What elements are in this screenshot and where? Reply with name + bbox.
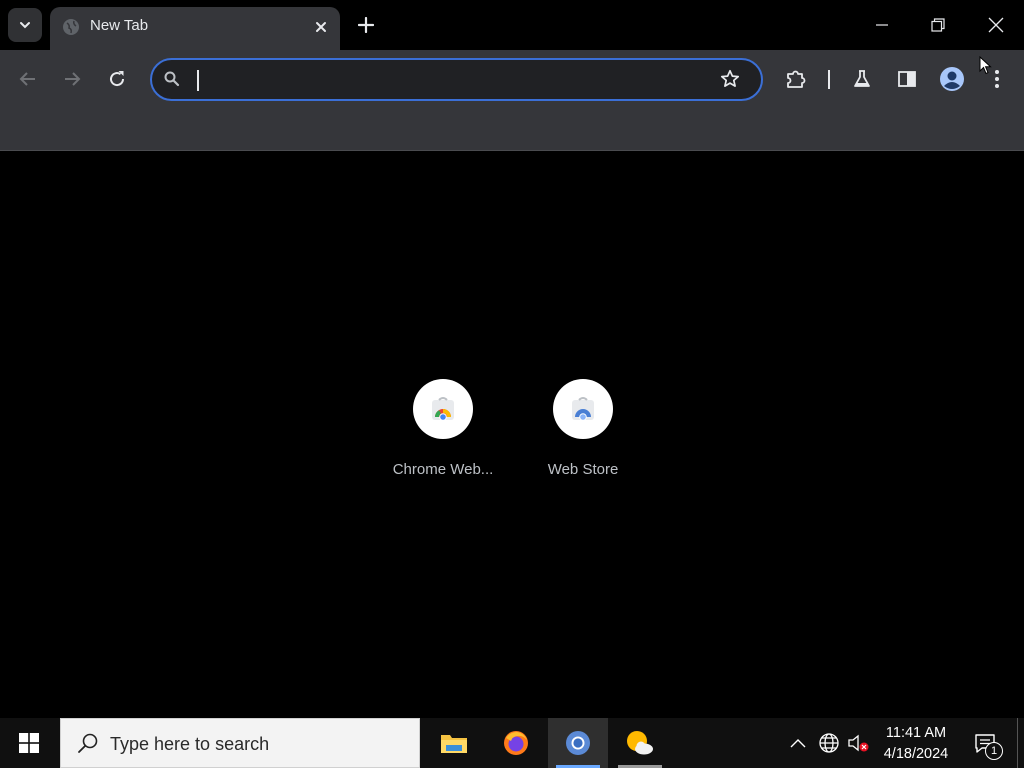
- search-icon: [164, 71, 180, 87]
- taskbar-weather[interactable]: [610, 718, 670, 768]
- tab-new-tab[interactable]: New Tab: [50, 7, 340, 50]
- close-icon: [988, 17, 1004, 33]
- show-desktop-button[interactable]: [1017, 718, 1024, 768]
- chrome-icon: [566, 731, 590, 755]
- action-center-button[interactable]: 1: [965, 718, 1005, 768]
- taskbar-clock[interactable]: 11:41 AM 4/18/2024: [876, 723, 956, 765]
- bookmark-star-button[interactable]: [720, 69, 740, 94]
- tab-search-button[interactable]: [8, 8, 42, 42]
- web-store-icon: [572, 397, 594, 421]
- side-panel-icon: [898, 71, 916, 87]
- forward-button[interactable]: [56, 63, 88, 95]
- reload-button[interactable]: [101, 63, 133, 95]
- globe-icon: [63, 19, 79, 35]
- restore-button[interactable]: [910, 0, 966, 50]
- notification-count-badge: 1: [985, 742, 1003, 760]
- windows-logo-icon: [19, 733, 39, 753]
- arrow-right-icon: [65, 72, 81, 86]
- star-icon: [720, 69, 740, 87]
- flask-icon: [854, 70, 870, 87]
- new-tab-page: Chrome Web... Web Store: [0, 151, 1024, 718]
- chrome-web-store-icon: [432, 397, 454, 421]
- extensions-button[interactable]: [780, 63, 812, 95]
- taskbar-file-explorer[interactable]: [424, 718, 484, 768]
- network-button[interactable]: [815, 718, 843, 768]
- shortcut-tile[interactable]: [553, 379, 613, 439]
- weather-sun-cloud-icon: [627, 731, 653, 755]
- show-hidden-icons-button[interactable]: [786, 718, 810, 768]
- minimize-icon: [876, 24, 888, 26]
- address-bar[interactable]: [150, 58, 763, 101]
- close-window-button[interactable]: [968, 0, 1024, 50]
- shortcut-chrome-web-store[interactable]: Chrome Web...: [383, 379, 503, 478]
- new-tab-button[interactable]: [352, 11, 380, 39]
- text-caret: [197, 70, 199, 91]
- plus-icon: [358, 17, 374, 33]
- chevron-down-icon: [20, 22, 30, 29]
- browser-toolbar: [0, 50, 1024, 108]
- toolbar-separator: [828, 70, 830, 89]
- start-button[interactable]: [0, 718, 58, 768]
- volume-muted-icon: [848, 734, 869, 752]
- firefox-icon: [504, 731, 528, 755]
- side-panel-button[interactable]: [891, 63, 923, 95]
- arrow-left-icon: [19, 72, 35, 86]
- volume-button[interactable]: [845, 718, 873, 768]
- tab-close-button[interactable]: [310, 16, 332, 38]
- chevron-up-icon: [790, 739, 806, 748]
- tab-title: New Tab: [90, 17, 149, 34]
- reload-icon: [110, 71, 125, 87]
- tab-strip: New Tab: [0, 0, 1024, 50]
- clock-time: 11:41 AM: [885, 725, 947, 741]
- folder-icon: [441, 735, 467, 753]
- profile-button[interactable]: [936, 63, 968, 95]
- minimize-button[interactable]: [854, 0, 910, 50]
- taskbar-search-box[interactable]: Type here to search: [60, 718, 420, 768]
- taskbar-chrome[interactable]: [548, 718, 608, 768]
- globe-network-icon: [819, 733, 839, 753]
- puzzle-icon: [787, 70, 806, 88]
- bookmarks-bar: [0, 108, 1024, 151]
- shortcut-web-store[interactable]: Web Store: [523, 379, 643, 478]
- kebab-menu-icon: [995, 70, 999, 88]
- taskbar: Type here to search 11:41 AM 4/18/2024 1: [0, 718, 1024, 768]
- search-icon: [78, 733, 98, 753]
- shortcut-tile[interactable]: [413, 379, 473, 439]
- mouse-cursor-icon: [979, 56, 992, 75]
- taskbar-search-placeholder: Type here to search: [110, 734, 270, 754]
- shortcut-label: Chrome Web...: [392, 461, 494, 478]
- clock-date: 4/18/2024: [883, 746, 949, 762]
- close-icon: [316, 22, 326, 32]
- restore-icon: [931, 18, 945, 32]
- back-button[interactable]: [12, 63, 44, 95]
- labs-button[interactable]: [846, 63, 878, 95]
- address-input[interactable]: [196, 66, 706, 94]
- taskbar-firefox[interactable]: [486, 718, 546, 768]
- shortcut-label: Web Store: [547, 461, 619, 478]
- avatar-icon: [940, 67, 964, 91]
